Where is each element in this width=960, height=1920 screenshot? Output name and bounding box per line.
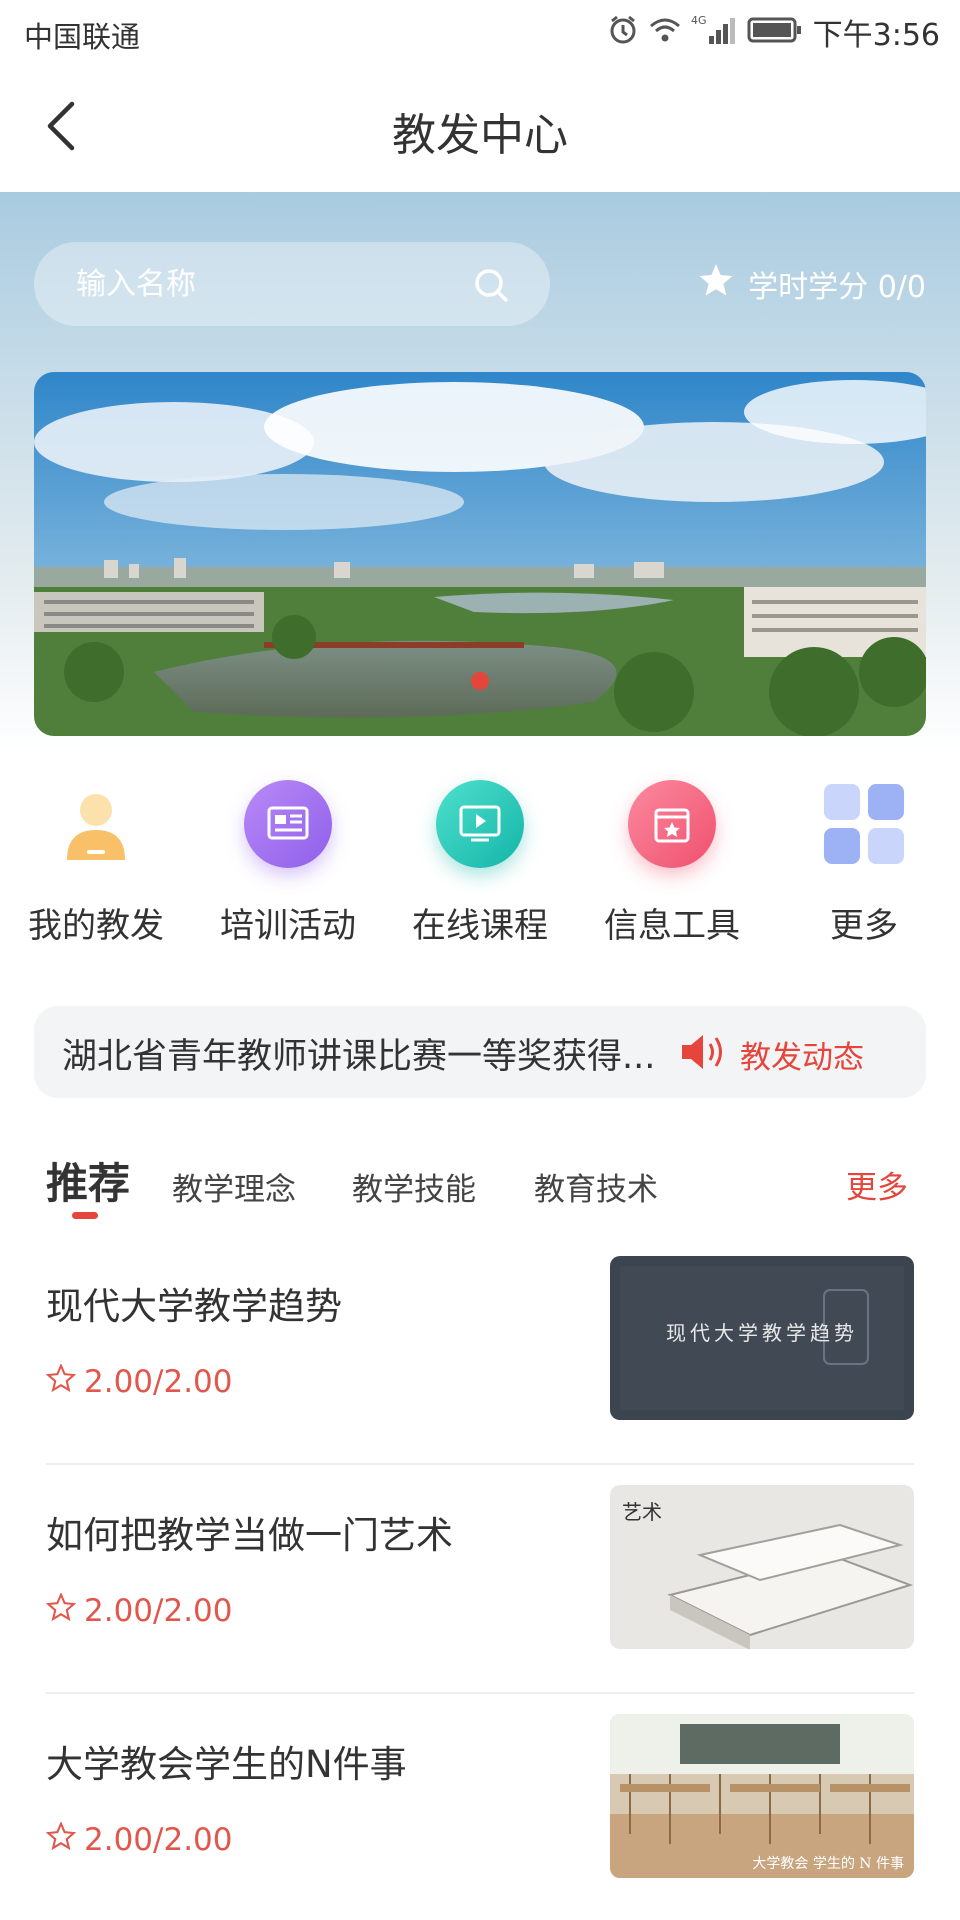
course-thumbnail: 现代大学教学趋势 (610, 1256, 914, 1420)
menu-item-label: 在线课程 (412, 906, 548, 946)
category-tabs: 推荐 教学理念 教学技能 教育技术 更多 (0, 1140, 960, 1220)
tab-teaching-skills[interactable]: 教学技能 (352, 1164, 476, 1209)
carrier-name: 中国联通 (24, 20, 141, 54)
menu-item-my-development[interactable]: 我的教发 (0, 780, 192, 960)
status-bar: 中国联通 4G 下午3:56 (0, 0, 960, 66)
menu-item-info-tools[interactable]: 信息工具 (576, 780, 768, 960)
alarm-icon (607, 14, 639, 50)
list-item[interactable]: 现代大学教学趋势 2.00/2.00 现代大学教学趋势 (45, 1236, 914, 1465)
menu-item-label: 培训活动 (220, 906, 356, 946)
network-type-label: 4G (691, 14, 707, 27)
banner-carousel[interactable] (34, 372, 926, 736)
wifi-icon (649, 16, 681, 48)
list-item[interactable]: 如何把教学当做一门艺术 2.00/2.00 艺术 (45, 1465, 914, 1694)
battery-icon (747, 16, 803, 48)
news-ticker[interactable]: 湖北省青年教师讲课比赛一等奖获得... 教发动态 (34, 1006, 926, 1098)
carousel-indicator[interactable] (471, 672, 489, 690)
news-headline: 湖北省青年教师讲课比赛一等奖获得... (62, 1037, 656, 1077)
course-list: 现代大学教学趋势 2.00/2.00 现代大学教学趋势 如何把教学当做一门艺术 … (0, 1236, 960, 1920)
star-outline-icon (45, 1821, 77, 1858)
quick-menu: 我的教发 培训活动 在线课程 信息工具 更多 (0, 780, 960, 960)
menu-item-label: 更多 (830, 906, 898, 946)
play-icon (436, 780, 524, 868)
document-icon (244, 780, 332, 868)
menu-item-label: 我的教发 (28, 906, 164, 946)
list-item[interactable]: 大学教会学生的N件事 2.00/2.00 大学教会 学生的 N 件事 (45, 1694, 914, 1920)
active-tab-indicator (72, 1212, 98, 1219)
thumbnail-caption: 大学教会 学生的 N 件事 (752, 1856, 904, 1872)
news-category-link[interactable]: 教发动态 (740, 1032, 864, 1077)
course-score: 2.00/2.00 (45, 1363, 233, 1400)
course-thumbnail: 大学教会 学生的 N 件事 (610, 1714, 914, 1878)
nav-header: 教发中心 (0, 66, 960, 192)
thumbnail-caption: 艺术 (622, 1500, 662, 1524)
search-box[interactable] (34, 242, 550, 326)
course-score-value: 2.00/2.00 (84, 1593, 233, 1629)
clock: 下午3:56 (812, 18, 940, 53)
tab-teaching-philosophy[interactable]: 教学理念 (172, 1164, 296, 1209)
course-score-value: 2.00/2.00 (84, 1364, 233, 1400)
star-outline-icon (45, 1592, 77, 1629)
search-input[interactable] (76, 266, 456, 302)
grid-icon (820, 780, 908, 868)
status-icons: 4G 下午3:56 (607, 12, 940, 53)
tab-education-technology[interactable]: 教育技术 (534, 1164, 658, 1209)
page-title: 教发中心 (392, 110, 568, 161)
tabs-more-link[interactable]: 更多 (846, 1162, 908, 1207)
thumbnail-caption: 现代大学教学趋势 (666, 1321, 858, 1345)
menu-item-online-course[interactable]: 在线课程 (384, 780, 576, 960)
course-title: 现代大学教学趋势 (46, 1285, 342, 1328)
credit-summary[interactable]: 学时学分 0/0 (698, 262, 926, 306)
course-title: 如何把教学当做一门艺术 (46, 1514, 453, 1557)
star-outline-icon (45, 1363, 77, 1400)
person-icon (52, 780, 140, 868)
menu-item-training[interactable]: 培训活动 (192, 780, 384, 960)
speaker-icon (680, 1032, 726, 1076)
tab-recommend[interactable]: 推荐 (46, 1150, 130, 1211)
menu-item-label: 信息工具 (604, 906, 740, 946)
course-title: 大学教会学生的N件事 (46, 1743, 407, 1786)
signal-icon: 4G (691, 14, 737, 50)
menu-item-more[interactable]: 更多 (768, 780, 960, 960)
course-score: 2.00/2.00 (45, 1821, 233, 1858)
toolbox-icon (628, 780, 716, 868)
star-icon (698, 263, 734, 305)
credit-label: 学时学分 0/0 (748, 270, 926, 305)
course-score-value: 2.00/2.00 (84, 1822, 233, 1858)
course-score: 2.00/2.00 (45, 1592, 233, 1629)
search-icon[interactable] (472, 266, 510, 304)
course-thumbnail: 艺术 (610, 1485, 914, 1649)
